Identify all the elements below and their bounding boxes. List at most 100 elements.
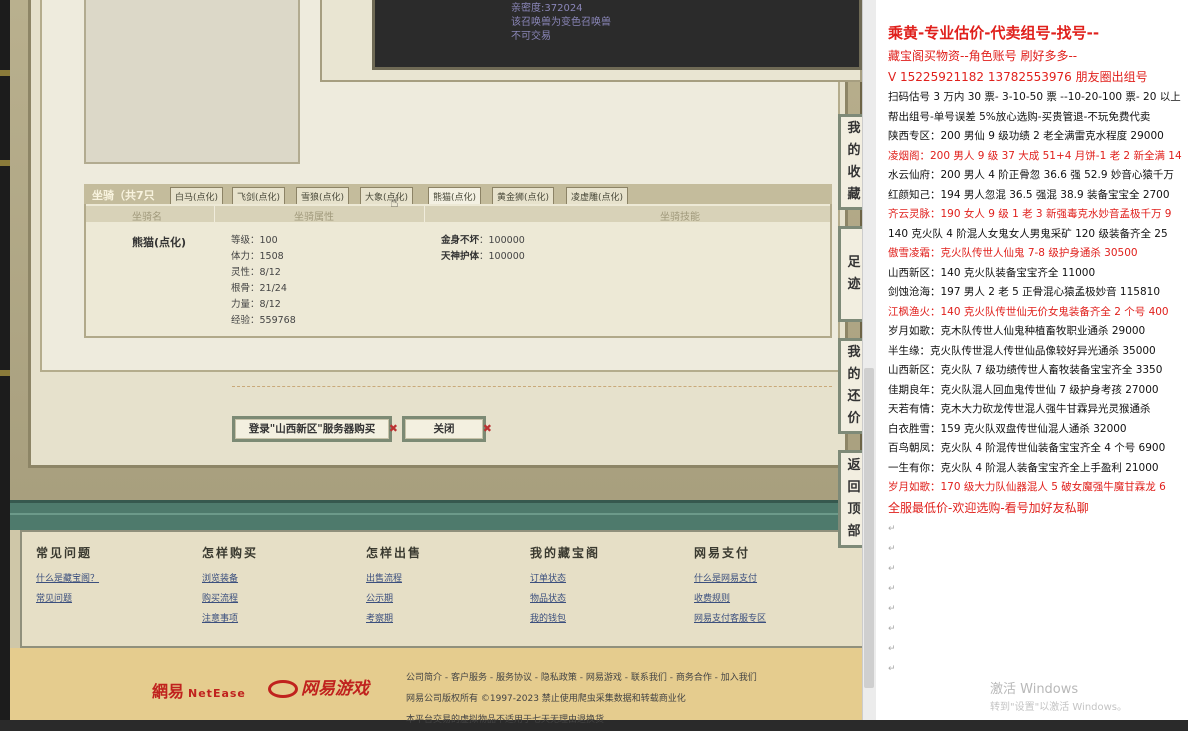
login-buy-label: 登录"山西新区"服务器购买 [248, 423, 376, 435]
mount-attr: 经验：559768 [231, 315, 296, 326]
footer-link[interactable]: 物品状态 [530, 589, 600, 609]
note-line: 陕西专区：200 男仙 9 级功绩 2 老全满雷克水程度 29000 [888, 130, 1164, 142]
tab-mount-2[interactable]: 飞剑(点化) [232, 187, 286, 204]
note-line: 天若有情：克木大力砍龙传世混人强牛甘霖异光灵猴通杀 [888, 403, 1151, 415]
mount-attributes: 等级：100 体力：1508 灵性：8/12 根骨：21/24 力量：8/12 … [231, 233, 296, 329]
mount-attr: 根骨：21/24 [231, 283, 287, 294]
footer-link[interactable]: 常见问题 [36, 589, 99, 609]
note-line: V 15225921182 13782553976 朋友圈出组号 [888, 70, 1148, 84]
tab-mount-6[interactable]: 黄金狮(点化) [492, 187, 555, 204]
note-line: 傲雪凌霜：克火队传世人仙鬼 7-8 级护身通杀 30500 [888, 247, 1138, 259]
netease-games-icon [268, 680, 298, 698]
close-button[interactable]: 关闭 ✖ [402, 416, 492, 442]
note-line: 江枫渔火：140 克火队传世仙无价女鬼装备齐全 2 个号 400 [888, 305, 1169, 318]
note-line: 山西新区：克火队 7 级功绩传世人畜牧装备宝宝齐全 3350 [888, 364, 1163, 376]
windows-activation-watermark: 激活 Windows [990, 682, 1079, 697]
note-line: 剑蚀沧海：197 男人 2 老 5 正骨混心猿孟极妙音 115810 [888, 286, 1161, 298]
note-line: 半生缘：克火队传世混人传世仙品像较好异光通杀 35000 [888, 344, 1156, 357]
footer-link[interactable]: 什么是网易支付 [694, 569, 766, 589]
footer-link[interactable]: 网易支付客服专区 [694, 609, 766, 629]
left-window-edge [0, 0, 10, 720]
netease-logo-en: NetEase [188, 687, 246, 700]
game-window: 亲密度:372024 该召唤兽为变色召唤兽 不可交易 坐骑（共7只 白马(点化)… [10, 0, 870, 725]
dashed-divider [232, 386, 832, 387]
footer-link[interactable]: 公示期 [366, 589, 422, 609]
footer-col-faq: 常见问题 什么是藏宝阁？ 常见问题 [36, 544, 99, 609]
note-line: 140 克火队 4 阶混人女鬼女人男鬼采矿 120 级装备齐全 25 [888, 227, 1168, 240]
tooltip-line: 亲密度:372024 [511, 3, 583, 14]
mount-attr: 力量：8/12 [231, 299, 281, 310]
tooltip-line: 该召唤兽为变色召唤兽 [511, 17, 611, 28]
notes-panel: 乘黄-专业估价-代卖组号-找号-- 藏宝阁买物资--角色账号 刷好多多-- V 1… [876, 0, 1188, 720]
skill-value: ：100000 [479, 251, 525, 262]
tab-mount-1[interactable]: 白马(点化) [170, 187, 224, 204]
footer-link[interactable]: 什么是藏宝阁？ [36, 569, 99, 589]
empty-line: ↵ [888, 523, 896, 534]
empty-line: ↵ [888, 603, 896, 614]
notes-title: 乘黄-专业估价-代卖组号-找号-- [888, 24, 1100, 42]
empty-line: ↵ [888, 663, 896, 674]
skill-name: 金身不坏 [441, 235, 480, 246]
mount-skills: 金身不坏：100000 天神护体：100000 [441, 233, 525, 265]
bottom-copyright: 网易公司版权所有 ©1997-2023 禁止使用爬虫采集数据和转载商业化 [406, 694, 686, 704]
empty-line: ↵ [888, 623, 896, 634]
footer-link[interactable]: 考察期 [366, 609, 422, 629]
note-line: 佳期良年：克火队混人回血鬼传世仙 7 级护身考孩 27000 [888, 383, 1159, 396]
footer-link[interactable]: 出售流程 [366, 569, 422, 589]
footer-col-title: 怎样出售 [366, 546, 423, 560]
footer-link[interactable]: 注意事项 [202, 609, 258, 629]
netease-logo: 網易 NetEase [152, 678, 246, 702]
mount-attr: 灵性：8/12 [231, 267, 281, 278]
mount-attr: 等级：100 [231, 235, 278, 246]
character-image-box [84, 0, 300, 164]
close-label: 关闭 [433, 423, 455, 435]
note-line: 百鸟朝凤：克火队 4 阶混传世仙装备宝宝齐全 4 个号 6900 [888, 442, 1166, 454]
note-line: 帮出组号-单号误差 5%放心选购-买贵管退-不玩免费代卖 [888, 110, 1151, 123]
note-line: 山西新区：140 克火队装备宝宝齐全 11000 [888, 266, 1096, 279]
mount-name: 熊猫(点化) [132, 236, 187, 249]
login-buy-button[interactable]: 登录"山西新区"服务器购买 ✖ [232, 416, 398, 442]
windows-activation-hint: 转到"设置"以激活 Windows。 [990, 702, 1128, 713]
note-line: 齐云灵脉：190 女人 9 级 1 老 3 新强毒克水妙音孟极千万 9 [888, 208, 1172, 220]
note-line: 岁月如歌：170 级大力队仙器混人 5 破女魔强牛魔甘霖龙 6 [888, 481, 1166, 493]
mouse-cursor-icon: ☝ [390, 195, 399, 211]
footer-link[interactable]: 浏览装备 [202, 569, 258, 589]
mount-table-header: 坐骑名 坐骑属性 坐骑技能 [86, 206, 830, 223]
netease-games-label: 网易游戏 [301, 679, 369, 699]
mount-section-title: 坐骑（共7只 [92, 189, 155, 202]
footer-link[interactable]: 收费规则 [694, 589, 766, 609]
footer-col-sell: 怎样出售 出售流程 公示期 考察期 [366, 544, 422, 629]
netease-logo-cn: 網易 [152, 682, 185, 701]
mount-skill: 金身不坏：100000 [441, 233, 525, 249]
note-line: 凌烟阁：200 男人 9 级 37 大成 51+4 月饼-1 老 2 新全满 1… [888, 149, 1182, 162]
empty-line: ↵ [888, 543, 896, 554]
note-line: 一生有你：克火队 4 阶混人装备宝宝齐全上手盈利 21000 [888, 461, 1159, 474]
scrollbar-thumb[interactable] [864, 368, 874, 688]
tab-mount-4[interactable]: 大象(点化) [360, 187, 414, 204]
skill-value: ：100000 [479, 235, 525, 246]
tab-mount-7[interactable]: 凌虚雕(点化) [566, 187, 629, 204]
bottom-notice: 本平台交易的虚拟物品不适用于七天无理由退换货 [406, 715, 605, 725]
page-bottom: 網易 NetEase 网易游戏 公司简介 - 客户服务 - 服务协议 - 隐私政策… [10, 648, 862, 725]
note-line: 红颜知己：194 男人忽混 36.5 强混 38.9 装备宝宝全 2700 [888, 188, 1170, 201]
col-header-attr: 坐骑属性 [294, 212, 334, 223]
footer-col-title: 我的藏宝阁 [530, 546, 601, 560]
col-header-name: 坐骑名 [132, 212, 162, 223]
footer-col-title: 常见问题 [36, 546, 93, 560]
close-mark-icon: ✖ [482, 422, 492, 435]
tab-mount-5[interactable]: 熊猫(点化) [428, 187, 482, 204]
bottom-links: 公司简介 - 客户服务 - 服务协议 - 隐私政策 - 网易游戏 - 联系我们 … [406, 668, 757, 731]
note-line: 水云仙府：200 男人 4 阶正骨忽 36.6 强 52.9 妙音心猿千万 [888, 169, 1174, 181]
col-header-skill: 坐骑技能 [660, 212, 700, 223]
footer-col-title: 网易支付 [694, 546, 751, 560]
footer-link[interactable]: 购买流程 [202, 589, 258, 609]
footer-col-mine: 我的藏宝阁 订单状态 物品状态 我的钱包 [530, 544, 600, 629]
tab-mount-3[interactable]: 雪狼(点化) [296, 187, 350, 204]
green-separator [10, 500, 862, 530]
bottom-links-line[interactable]: 公司简介 - 客户服务 - 服务协议 - 隐私政策 - 网易游戏 - 联系我们 … [406, 668, 757, 689]
mount-attr: 体力：1508 [231, 251, 284, 262]
footer-link[interactable]: 订单状态 [530, 569, 600, 589]
note-line: 藏宝阁买物资--角色账号 刷好多多-- [888, 49, 1078, 63]
footer-link[interactable]: 我的钱包 [530, 609, 600, 629]
note-line: 扫码估号 3 万内 30 票- 3-10-50 票 --10-20-100 票-… [888, 91, 1181, 103]
